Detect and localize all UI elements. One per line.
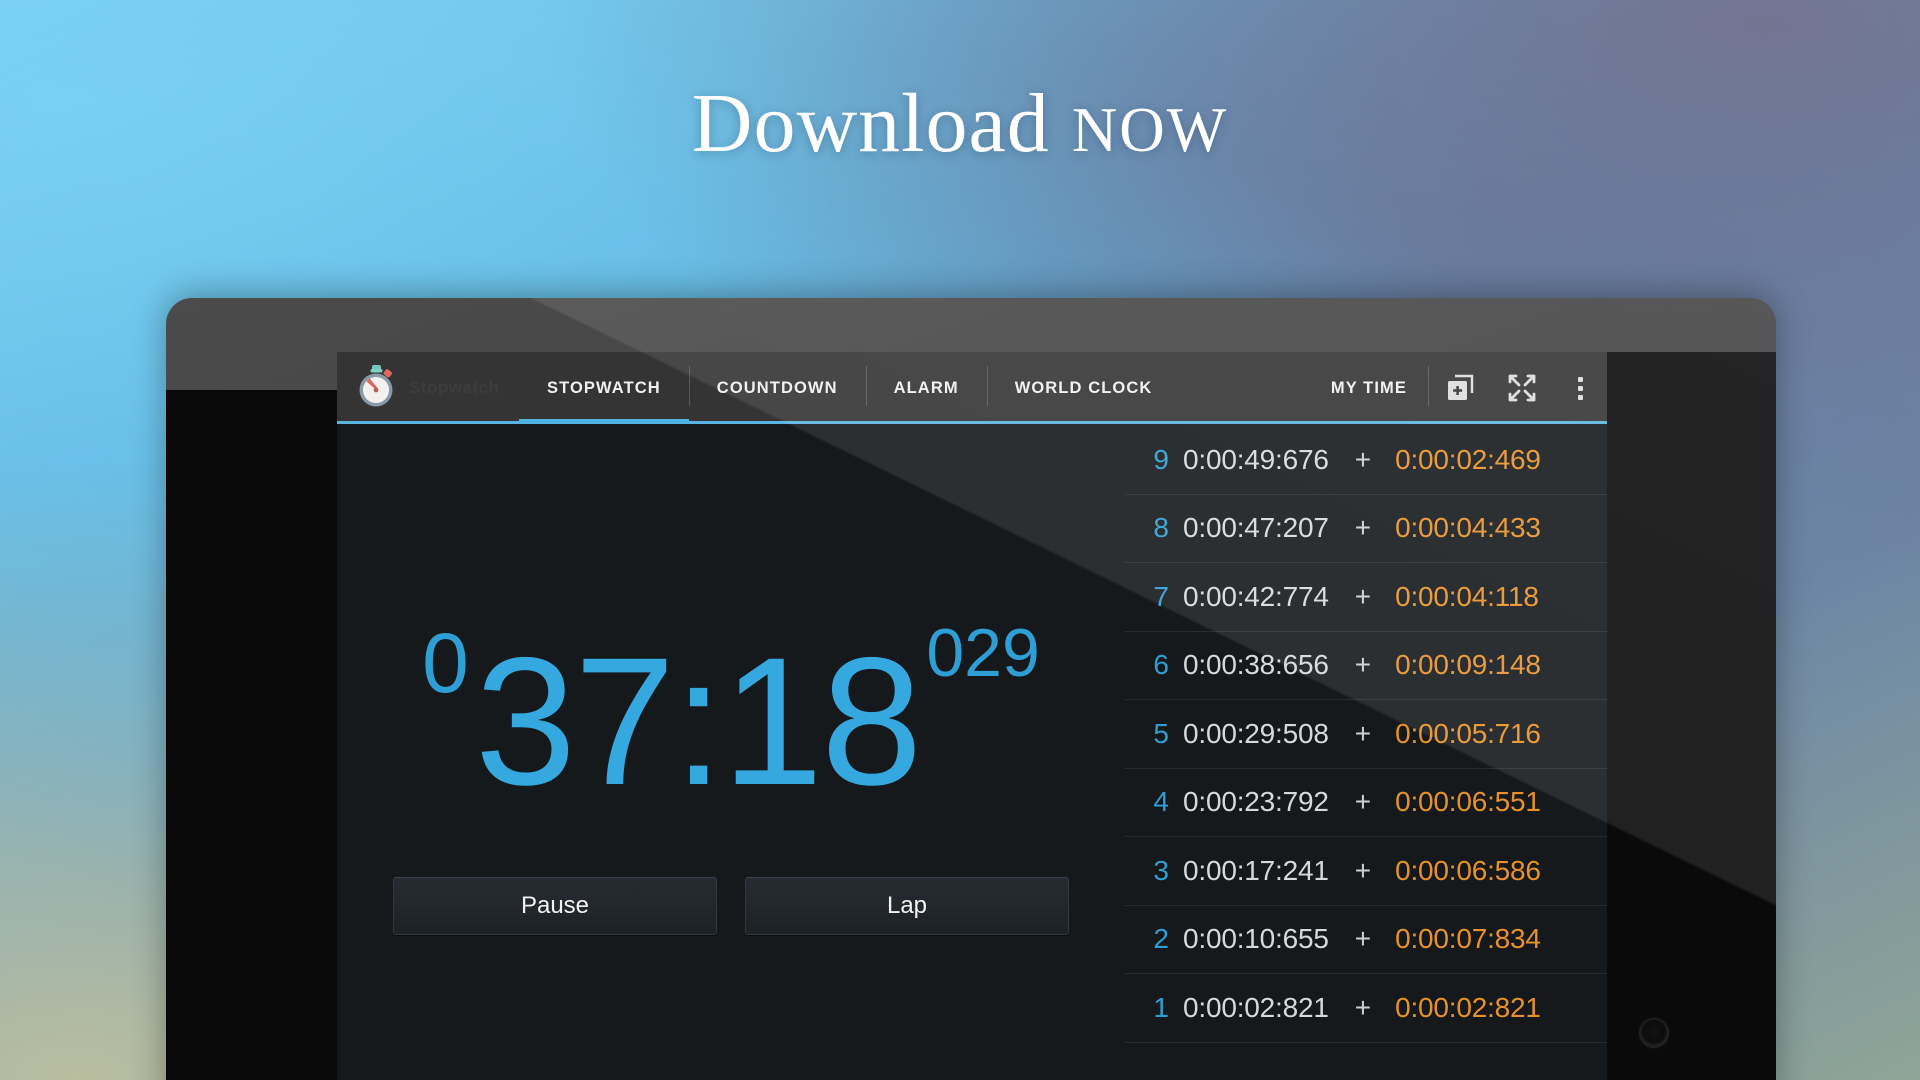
lap-plus-sign: + xyxy=(1354,991,1372,1023)
lap-plus-sign: + xyxy=(1354,580,1372,612)
tab-bar: STOPWATCH COUNTDOWN ALARM WORLD CLOCK xyxy=(519,352,1180,424)
lap-index: 2 xyxy=(1153,923,1169,955)
lap-split-time: 0:00:04:433 xyxy=(1395,512,1541,544)
lap-split-time: 0:00:06:551 xyxy=(1395,786,1541,818)
lap-plus-sign: + xyxy=(1354,512,1372,544)
tab-alarm-label: ALARM xyxy=(893,378,959,397)
page-title: Download NOW xyxy=(0,75,1920,172)
home-button[interactable] xyxy=(1639,1018,1669,1048)
lap-split-time: 0:00:04:118 xyxy=(1395,580,1539,612)
lap-split-time: 0:00:02:821 xyxy=(1395,991,1541,1023)
pause-button-label: Pause xyxy=(520,892,590,920)
stopwatch-app: Stopwatch STOPWATCH COUNTDOWN ALARM WORL… xyxy=(337,352,1607,1080)
my-time-button[interactable]: MY TIME xyxy=(1309,352,1430,424)
lap-total-time: 0:00:29:508 xyxy=(1183,717,1329,749)
stopwatch-icon xyxy=(353,363,399,414)
lap-index: 5 xyxy=(1153,717,1169,749)
table-row[interactable]: 1 0:00:02:821 +0:00:02:821 xyxy=(1125,974,1607,1043)
app-brand: Stopwatch xyxy=(337,363,519,414)
lap-plus-sign: + xyxy=(1354,443,1372,475)
lap-index: 6 xyxy=(1153,649,1169,681)
tab-world-clock-label: WORLD CLOCK xyxy=(1014,378,1153,397)
lap-total-time: 0:00:23:792 xyxy=(1183,786,1329,818)
lap-plus-sign: + xyxy=(1354,923,1372,955)
pause-button[interactable]: Pause xyxy=(393,877,717,936)
tab-countdown[interactable]: COUNTDOWN xyxy=(688,352,866,424)
lap-split-time: 0:00:09:148 xyxy=(1395,649,1541,681)
headline-word-now: NOW xyxy=(1071,95,1229,165)
lap-plus-sign: + xyxy=(1354,649,1372,681)
timer-minutes-seconds: 37:18 xyxy=(474,618,922,823)
tab-world-clock[interactable]: WORLD CLOCK xyxy=(986,352,1181,424)
lap-total-time: 0:00:42:774 xyxy=(1183,580,1329,612)
promo-stage: Download NOW Stopwatch STOPWATCH COUNTDO… xyxy=(0,0,1920,1080)
lap-button-label: Lap xyxy=(886,892,928,920)
tab-countdown-label: COUNTDOWN xyxy=(716,378,838,397)
tab-stopwatch-label: STOPWATCH xyxy=(547,378,661,397)
tablet-screen: Stopwatch STOPWATCH COUNTDOWN ALARM WORL… xyxy=(337,352,1607,1080)
lap-split-time: 0:00:05:716 xyxy=(1395,717,1541,749)
lap-total-time: 0:00:49:676 xyxy=(1183,443,1329,475)
overflow-menu-icon[interactable] xyxy=(1553,352,1607,424)
fullscreen-icon[interactable] xyxy=(1491,352,1553,424)
lap-index: 9 xyxy=(1153,443,1169,475)
tab-stopwatch[interactable]: STOPWATCH xyxy=(519,352,689,424)
add-window-icon[interactable] xyxy=(1429,352,1491,424)
lap-total-time: 0:00:47:207 xyxy=(1183,512,1329,544)
stopwatch-pane: 0 37:18 029 Pause Lap xyxy=(337,424,1125,1080)
lap-plus-sign: + xyxy=(1354,717,1372,749)
table-row[interactable]: 4 0:00:23:792 +0:00:06:551 xyxy=(1125,769,1607,837)
app-toolbar: Stopwatch STOPWATCH COUNTDOWN ALARM WORL… xyxy=(337,352,1607,424)
app-name-label: Stopwatch xyxy=(409,378,500,397)
lap-index: 3 xyxy=(1153,854,1169,886)
lap-index: 8 xyxy=(1153,512,1169,544)
lap-total-time: 0:00:10:655 xyxy=(1183,923,1329,955)
timer-hours: 0 xyxy=(422,615,469,710)
table-row[interactable]: 2 0:00:10:655 +0:00:07:834 xyxy=(1125,906,1607,974)
app-body: 0 37:18 029 Pause Lap 9 0:00:49:676 + 0:… xyxy=(337,424,1607,1080)
stopwatch-display: 0 37:18 029 xyxy=(422,609,1040,823)
stopwatch-controls: Pause Lap xyxy=(393,877,1069,936)
tablet-face-right xyxy=(1607,352,1776,1080)
lap-split-time: 0:00:07:834 xyxy=(1395,923,1541,955)
lap-split-time: 0:00:06:586 xyxy=(1395,854,1541,886)
my-time-label: MY TIME xyxy=(1330,378,1407,397)
headline-word-download: Download xyxy=(691,77,1050,170)
table-row[interactable]: 3 0:00:17:241 +0:00:06:586 xyxy=(1125,837,1607,906)
lap-index: 4 xyxy=(1153,786,1169,818)
table-row[interactable]: 8 0:00:47:207 +0:00:04:433 xyxy=(1125,495,1607,563)
lap-button[interactable]: Lap xyxy=(745,877,1069,936)
lap-total-time: 0:00:38:656 xyxy=(1183,649,1329,681)
lap-index: 1 xyxy=(1153,991,1169,1023)
lap-plus-sign: + xyxy=(1354,854,1372,886)
table-row[interactable]: 6 0:00:38:656 +0:00:09:148 xyxy=(1125,632,1607,700)
timer-milliseconds: 029 xyxy=(926,614,1040,691)
lap-total-time: 0:00:17:241 xyxy=(1183,854,1329,886)
table-row[interactable]: 9 0:00:49:676 +0:00:02:469 xyxy=(1125,426,1607,495)
lap-plus-sign: + xyxy=(1354,786,1372,818)
table-row[interactable]: 7 0:00:42:774 +0:00:04:118 xyxy=(1125,563,1607,632)
tablet-device: Stopwatch STOPWATCH COUNTDOWN ALARM WORL… xyxy=(166,298,1776,1080)
lap-total-time: 0:00:02:821 xyxy=(1183,991,1329,1023)
overflow-dots xyxy=(1577,376,1583,400)
lap-list[interactable]: 9 0:00:49:676 +0:00:02:469 8 0:00:47:207 +0:0… xyxy=(1125,424,1607,1080)
tablet-face-left xyxy=(166,390,341,1080)
lap-split-time: 0:00:02:469 xyxy=(1395,443,1541,475)
table-row[interactable]: 5 0:00:29:508 +0:00:05:716 xyxy=(1125,700,1607,769)
lap-index: 7 xyxy=(1153,580,1169,612)
tab-alarm[interactable]: ALARM xyxy=(865,352,987,424)
